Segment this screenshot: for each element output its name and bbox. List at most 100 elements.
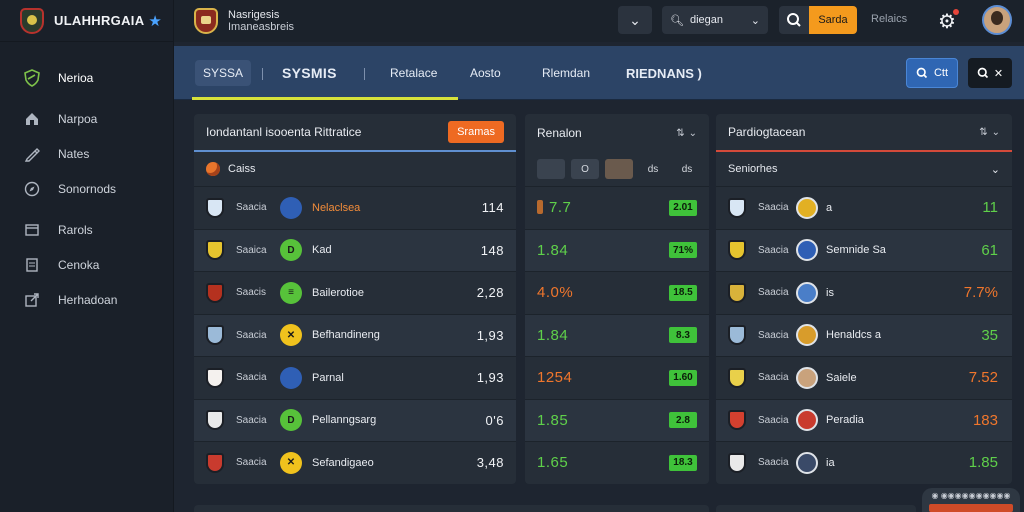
table-row[interactable]: 1.85 2.8 xyxy=(525,398,709,441)
sidebar-item-nerioa[interactable]: Nerioa xyxy=(0,60,173,95)
team-crest-icon xyxy=(206,197,224,218)
sidebar-item-sonornods[interactable]: Sonornods xyxy=(0,171,173,206)
team-abbr: Saacia xyxy=(758,244,789,256)
team-crest-icon xyxy=(728,240,746,261)
club-title: Nasrigesis xyxy=(228,9,280,21)
player-name: Semnide Sa xyxy=(826,244,886,257)
team-crest-icon xyxy=(728,197,746,218)
sub-label: Seniorhes xyxy=(728,163,778,175)
team-badge-icon: ≡ xyxy=(280,281,302,304)
sidebar-item-herhadoan[interactable]: Herhadoan xyxy=(0,282,173,317)
team-abbr: Saacis xyxy=(236,287,267,299)
chevron-down-icon: ⌄ xyxy=(688,127,697,139)
team-crest-icon xyxy=(728,282,746,303)
table-row[interactable]: Saacis ≡ Bailerotioe 2,28 xyxy=(194,271,516,314)
tab-riednans[interactable]: RIEDNANS ) xyxy=(626,46,702,100)
active-tab-indicator xyxy=(192,97,458,100)
filter-chip[interactable] xyxy=(537,159,565,179)
panel-subheader[interactable]: Seniorhes ⌄ xyxy=(716,152,1012,186)
odds-badge: 71% xyxy=(668,242,697,259)
team-badge-icon: D xyxy=(280,409,302,432)
tab-sysmis[interactable]: SYSMIS xyxy=(282,46,337,100)
dropdown-button[interactable]: ⌄ xyxy=(618,6,652,34)
card-icon xyxy=(22,220,42,240)
table-row[interactable]: Saacia ✕ Befhandineng 1,93 xyxy=(194,313,516,356)
panel-action-button[interactable]: Sramas xyxy=(448,121,504,143)
tab-divider xyxy=(262,68,263,80)
team-abbr: Saacia xyxy=(758,202,789,214)
table-row[interactable]: Saacia Nelaclsea 114 xyxy=(194,186,516,229)
table-row[interactable]: 1.65 18.3 xyxy=(525,441,709,484)
settings-button[interactable]: ⚙ xyxy=(934,8,960,34)
panel-subheader: Caiss xyxy=(194,152,516,186)
sidebar-item-label: Nerioa xyxy=(58,70,94,85)
odds-text: 1.84 xyxy=(537,241,569,259)
table-row[interactable]: 7.7 2.01 xyxy=(525,186,709,229)
chevron-down-icon: ⌄ xyxy=(629,11,641,28)
team-name: Parnal xyxy=(312,371,344,384)
tab-divider xyxy=(364,68,365,80)
brand[interactable]: ULAHHRGAIA ★ xyxy=(0,0,173,42)
team-abbr: Saacia xyxy=(758,372,789,384)
tab-syssa[interactable]: SYSSA xyxy=(192,46,254,100)
sort-controls[interactable]: ⇅ ⌄ xyxy=(676,128,697,139)
table-row[interactable]: Saacia ✕ Sefandigaeo 3,48 xyxy=(194,441,516,484)
sort-controls[interactable]: ⇅ ⌄ xyxy=(979,127,1000,138)
odds-badge: 2.8 xyxy=(669,412,697,429)
panel-title: Renalon xyxy=(537,126,582,140)
odds-value: 1.84 xyxy=(537,327,669,344)
table-row[interactable]: Saacia Parnal 1,93 xyxy=(194,356,516,399)
table-row[interactable]: Saacia Saiele 7.52 xyxy=(716,356,1012,399)
notification-dot xyxy=(953,9,959,15)
sidebar-item-cenoka[interactable]: Cenoka xyxy=(0,247,173,282)
filter-chip[interactable]: ds xyxy=(673,159,701,179)
sidebar-item-label: Rarols xyxy=(58,222,93,237)
table-row[interactable]: 1.84 71% xyxy=(525,228,709,271)
search-go-button[interactable]: Sarda xyxy=(809,6,857,34)
odds-value: 148 xyxy=(480,242,504,258)
table-row[interactable]: Saaica D Kad 148 xyxy=(194,228,516,271)
table-row[interactable]: 1.84 8.3 xyxy=(525,313,709,356)
search-select[interactable]: 🔍︎ diegan ⌄ xyxy=(662,6,768,34)
odds-value: 2,28 xyxy=(476,285,504,301)
odds-badge: 18.5 xyxy=(669,284,697,301)
table-row[interactable]: 4.0% 18.5 xyxy=(525,271,709,314)
table-row[interactable]: 1254 1.60 xyxy=(525,356,709,399)
sidebar-item-narpoa[interactable]: Narpoa xyxy=(0,101,173,136)
odds-badge: 8.3 xyxy=(669,327,697,344)
table-row[interactable]: Saacia Semnide Sa 61 xyxy=(716,228,1012,271)
search-value: diegan xyxy=(689,14,724,26)
tab-aosto[interactable]: Aosto xyxy=(470,46,501,100)
table-row[interactable]: Saacia is 7.7% xyxy=(716,271,1012,314)
prediction-value: 7.7% xyxy=(963,284,998,302)
table-row[interactable]: Saacia ia 1.85 xyxy=(716,441,1012,484)
table-row[interactable]: Saacia a 11 xyxy=(716,186,1012,229)
odds-value: 1,93 xyxy=(476,370,504,386)
bottom-tray[interactable]: ◉ ◉◉◉◉◉◉◉◉◉◉ xyxy=(922,488,1020,512)
close-search-button[interactable]: ✕ xyxy=(968,58,1012,88)
table-row[interactable]: Saacia Peradia 183 xyxy=(716,398,1012,441)
table-row[interactable]: Saacia Henaldcs a 35 xyxy=(716,313,1012,356)
avatar[interactable] xyxy=(982,5,1012,35)
player-avatar-icon xyxy=(796,239,818,262)
tab-retalace[interactable]: Retalace xyxy=(390,46,437,100)
tab-rlemdan[interactable]: Rlemdan xyxy=(542,46,590,100)
filter-chip[interactable]: ds xyxy=(639,159,667,179)
prediction-value: 61 xyxy=(981,241,998,259)
team-abbr: Saacia xyxy=(758,329,789,341)
view-button[interactable]: Ctt xyxy=(906,58,958,88)
search-button[interactable] xyxy=(779,6,809,34)
table-row[interactable]: Saacia D Pellanngsarg 0'6 xyxy=(194,398,516,441)
sidebar-item-nates[interactable]: Nates xyxy=(0,136,173,171)
player-name: Henaldcs a xyxy=(826,329,882,342)
filter-chip[interactable]: O xyxy=(571,159,599,179)
prediction-value: 1.85 xyxy=(968,454,998,472)
top-link[interactable]: Relaics xyxy=(871,13,907,25)
odds-value: 1254 xyxy=(537,369,669,386)
prediction-value: 35 xyxy=(981,326,998,344)
odds-value: 114 xyxy=(481,200,504,216)
app-root: ULAHHRGAIA ★ Nerioa Narpoa Nates Sonorno… xyxy=(0,0,1024,512)
team-badge-icon: ✕ xyxy=(280,451,302,474)
filter-chip[interactable] xyxy=(605,159,633,179)
sidebar-item-rarols[interactable]: Rarols xyxy=(0,212,173,247)
